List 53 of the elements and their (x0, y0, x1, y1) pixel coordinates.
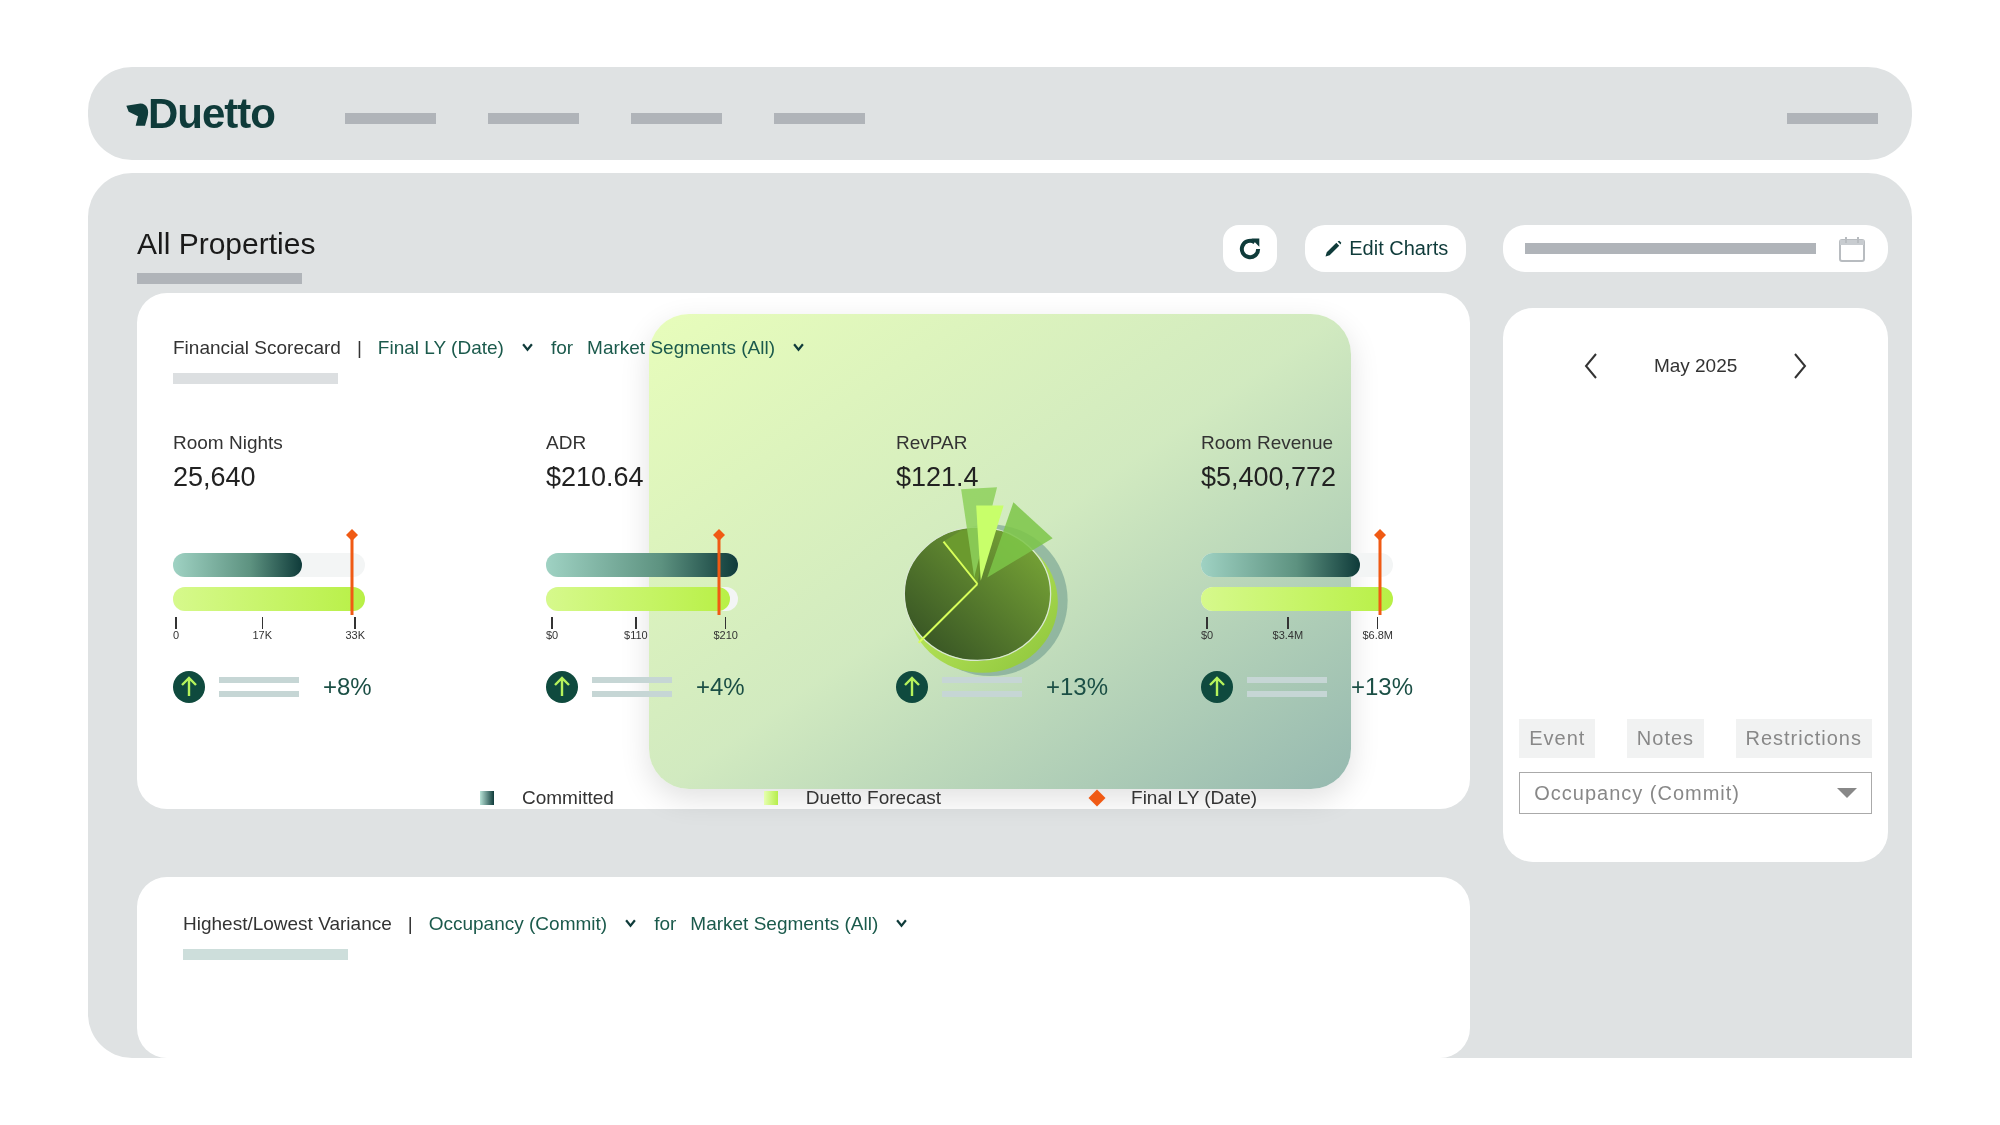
card-title: Financial Scorecard (173, 336, 341, 359)
measure-dropdown[interactable]: Occupancy (Commit) (428, 912, 608, 935)
pencil-icon (1323, 238, 1344, 259)
axis-tick-label: 0 (173, 628, 180, 641)
chevron-right-icon[interactable] (1793, 353, 1808, 379)
month-label: May 2025 (1653, 355, 1738, 377)
logo-text: Duetto (148, 89, 275, 138)
segment-dropdown[interactable]: Market Segments (All) (690, 912, 879, 935)
axis-tick-label: $210 (713, 628, 738, 641)
metric-value: $121.4 (896, 461, 980, 493)
segment-dropdown[interactable]: Market Segments (All) (587, 336, 775, 359)
caret-down-icon (1837, 788, 1857, 798)
axis-tick-label: $0 (1201, 628, 1214, 641)
change-percentage: +13% (1046, 672, 1109, 701)
card-title: Highest/Lowest Variance (183, 912, 392, 935)
metric-value: 25,640 (173, 461, 257, 493)
chevron-down-icon[interactable] (793, 343, 804, 353)
axis-tick-label: $3.4M (1272, 628, 1304, 641)
legend-swatch (763, 790, 778, 805)
metric-value: $5,400,772 (1201, 461, 1338, 493)
change-percentage: +13% (1351, 672, 1414, 701)
chevron-down-icon[interactable] (625, 919, 637, 929)
axis-tick-label: 17K (252, 628, 273, 641)
legend-label: Committed (522, 786, 614, 809)
metric-value: $210.64 (546, 461, 645, 493)
calendar-icon (1838, 234, 1866, 263)
refresh-button[interactable] (1223, 225, 1278, 272)
occupancy-dropdown[interactable]: Occupancy (Commit) (1519, 772, 1872, 814)
metric-label: ADR (546, 431, 588, 454)
legend-swatch (480, 790, 494, 805)
axis-tick-label: $0 (546, 628, 559, 641)
metric-label: Room Nights (173, 431, 284, 454)
for-label: for (550, 336, 574, 359)
for-label: for (654, 912, 677, 935)
logo[interactable]: Duetto (124, 89, 275, 138)
axis-tick-label: $110 (624, 628, 648, 641)
separator: | (356, 336, 362, 359)
chevron-left-icon[interactable] (1583, 353, 1598, 379)
axis-tick-label: $6.8M (1362, 628, 1393, 641)
chevron-down-icon[interactable] (896, 919, 908, 929)
axis-tick-label: 33K (345, 628, 365, 641)
page-title: All Properties (137, 227, 316, 261)
change-percentage: +4% (696, 672, 745, 701)
legend-label: Duetto Forecast (805, 786, 942, 809)
separator: | (407, 912, 413, 935)
metric-label: RevPAR (896, 431, 969, 454)
measure-dropdown[interactable]: Final LY (Date) (377, 336, 504, 359)
date-field[interactable] (1503, 225, 1888, 272)
legend-label: Final LY (Date) (1131, 786, 1258, 809)
change-percentage: +8% (323, 672, 372, 701)
edit-charts-button[interactable]: Edit Charts (1305, 225, 1467, 272)
metric-label: Room Revenue (1201, 431, 1335, 454)
chevron-down-icon[interactable] (521, 343, 533, 353)
